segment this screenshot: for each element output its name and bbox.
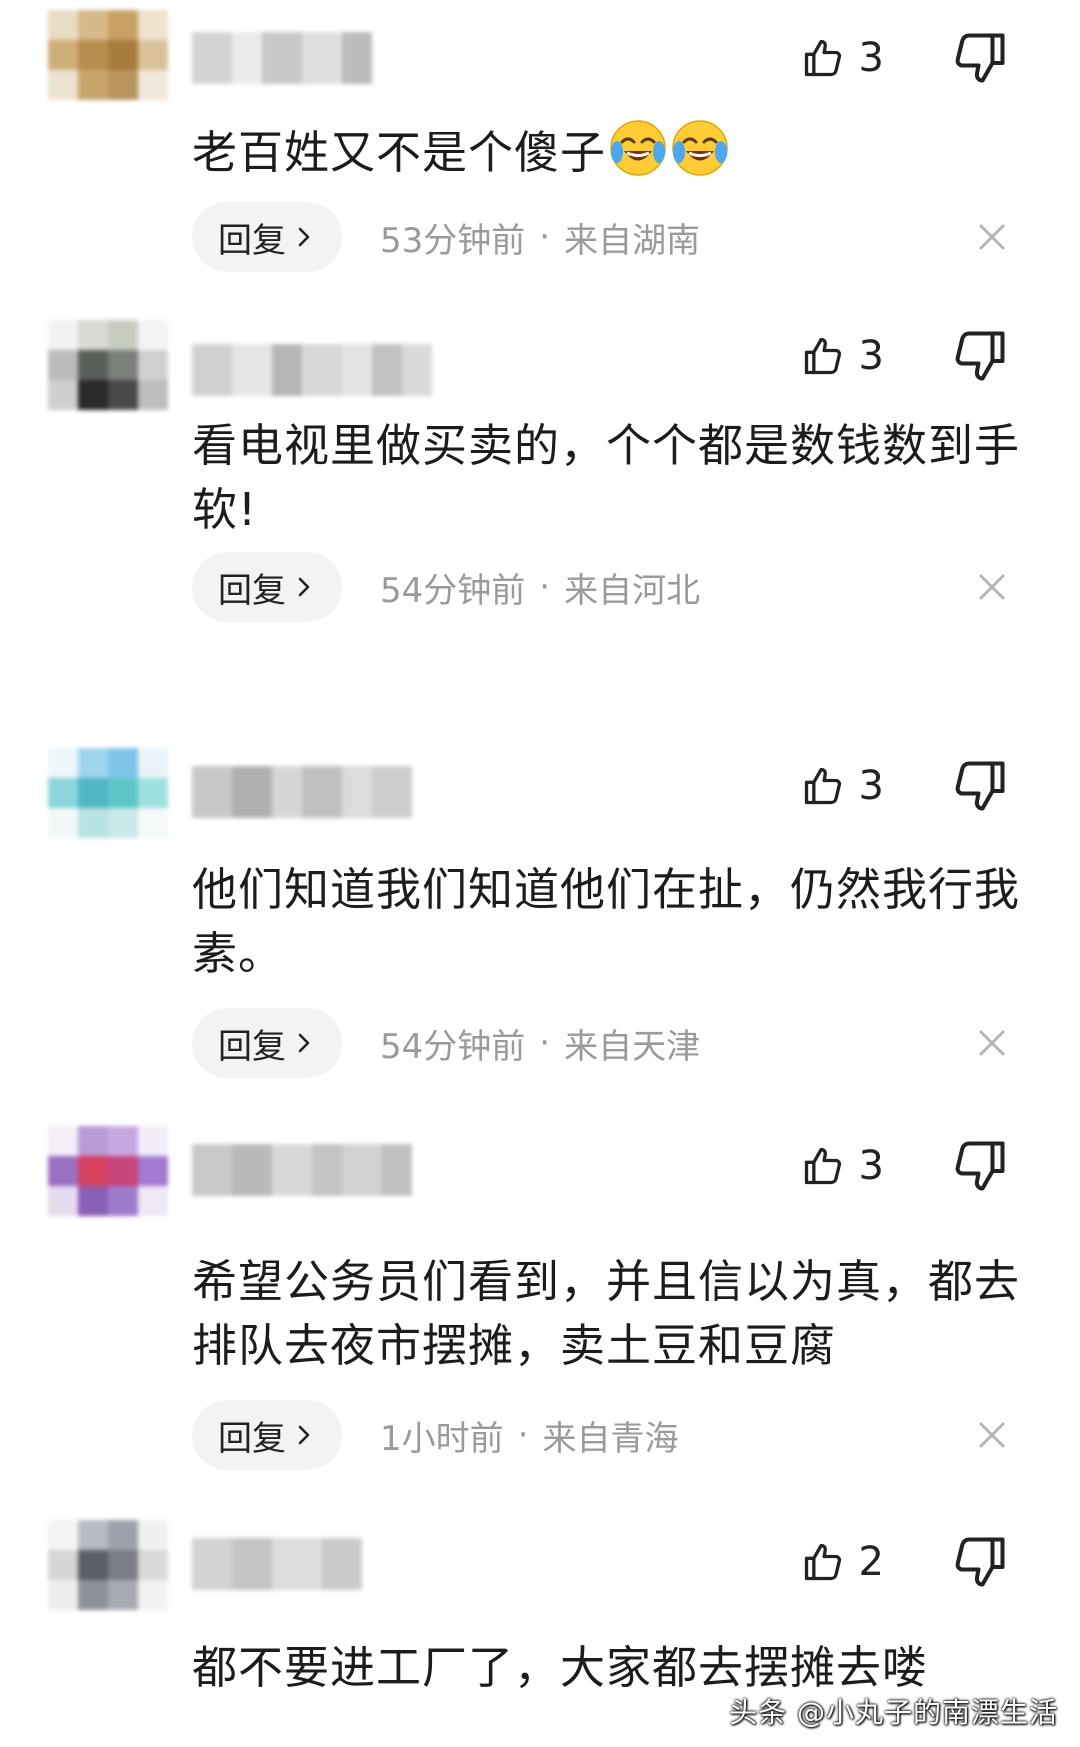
comment-meta: 回复 54分钟前 · 来自河北 (192, 552, 700, 622)
comment-time: 54分钟前 (380, 570, 526, 611)
comment-meta: 回复 53分钟前 · 来自湖南 (192, 202, 700, 272)
comment-meta: 回复 1小时前 · 来自青海 (192, 1400, 678, 1470)
chevron-right-icon (298, 577, 310, 597)
thumbs-down-icon[interactable] (950, 326, 1010, 386)
like-count: 3 (858, 763, 884, 809)
reply-label: 回复 (218, 220, 286, 261)
like-count: 3 (858, 35, 884, 81)
like-count: 3 (858, 333, 884, 379)
chevron-right-icon (298, 227, 310, 247)
avatar[interactable] (48, 10, 168, 106)
like-button[interactable]: 3 (801, 324, 884, 388)
avatar[interactable] (48, 1126, 168, 1222)
comment-timestamp-location: 53分钟前 · 来自湖南 (380, 213, 700, 262)
separator-dot: · (539, 567, 551, 607)
comment-location: 来自天津 (564, 1026, 701, 1067)
avatar[interactable] (48, 320, 168, 416)
reply-button[interactable]: 回复 (192, 1400, 342, 1470)
like-button[interactable]: 3 (801, 26, 884, 90)
thumbs-down-icon[interactable] (950, 756, 1010, 816)
like-button[interactable]: 3 (801, 754, 884, 818)
like-count: 2 (858, 1539, 884, 1585)
watermark: 头条 @小丸子的南漂生活 (729, 1696, 1058, 1729)
separator-dot: · (539, 1023, 551, 1063)
separator-dot: · (539, 217, 551, 257)
reply-button[interactable]: 回复 (192, 552, 342, 622)
crying-laughing-emoji (672, 120, 728, 176)
comment-timestamp-location: 1小时前 · 来自青海 (380, 1411, 678, 1460)
username-blurred[interactable] (192, 32, 392, 84)
chevron-right-icon (298, 1425, 310, 1445)
comment-text: 他们知道我们知道他们在扯，仍然我行我素。 (192, 863, 1021, 980)
thumbs-up-icon (804, 767, 841, 805)
like-button[interactable]: 2 (801, 1530, 884, 1594)
comment-location: 来自河北 (564, 570, 701, 611)
thumbs-up-icon (804, 337, 841, 375)
thumbs-down-icon[interactable] (950, 1532, 1010, 1592)
close-icon[interactable] (974, 569, 1010, 605)
comment-timestamp-location: 54分钟前 · 来自天津 (380, 1019, 700, 1068)
reply-label: 回复 (218, 1418, 286, 1459)
username-blurred[interactable] (192, 1144, 412, 1196)
comment-text: 老百姓又不是个傻子 (192, 118, 1022, 185)
comment-location: 来自青海 (542, 1418, 679, 1459)
reply-label: 回复 (218, 1026, 286, 1067)
username-blurred[interactable] (192, 344, 432, 396)
thumbs-up-icon (804, 1543, 841, 1581)
close-icon[interactable] (974, 1025, 1010, 1061)
thumbs-down-icon[interactable] (950, 28, 1010, 88)
avatar[interactable] (48, 1520, 168, 1616)
username-blurred[interactable] (192, 766, 412, 818)
thumbs-up-icon (804, 39, 841, 77)
comment-meta: 回复 54分钟前 · 来自天津 (192, 1008, 700, 1078)
comment-time: 54分钟前 (380, 1026, 526, 1067)
avatar[interactable] (48, 748, 168, 844)
reply-label: 回复 (218, 570, 286, 611)
like-count: 3 (858, 1143, 884, 1189)
thumbs-up-icon (804, 1147, 841, 1185)
username-blurred[interactable] (192, 1538, 362, 1590)
reply-button[interactable]: 回复 (192, 202, 342, 272)
crying-laughing-emoji (610, 120, 666, 176)
comment-time: 53分钟前 (380, 220, 526, 261)
comment-location: 来自湖南 (564, 220, 701, 261)
chevron-right-icon (298, 1033, 310, 1053)
separator-dot: · (517, 1415, 529, 1455)
close-icon[interactable] (974, 219, 1010, 255)
like-button[interactable]: 3 (801, 1134, 884, 1198)
comment-time: 1小时前 (380, 1418, 504, 1459)
comment-timestamp-location: 54分钟前 · 来自河北 (380, 563, 700, 612)
comment-text: 希望公务员们看到，并且信以为真，都去排队去夜市摆摊，卖土豆和豆腐 (192, 1255, 1021, 1372)
thumbs-down-icon[interactable] (950, 1136, 1010, 1196)
comment-text: 看电视里做买卖的，个个都是数钱数到手软! (192, 419, 1021, 536)
close-icon[interactable] (974, 1417, 1010, 1453)
reply-button[interactable]: 回复 (192, 1008, 342, 1078)
